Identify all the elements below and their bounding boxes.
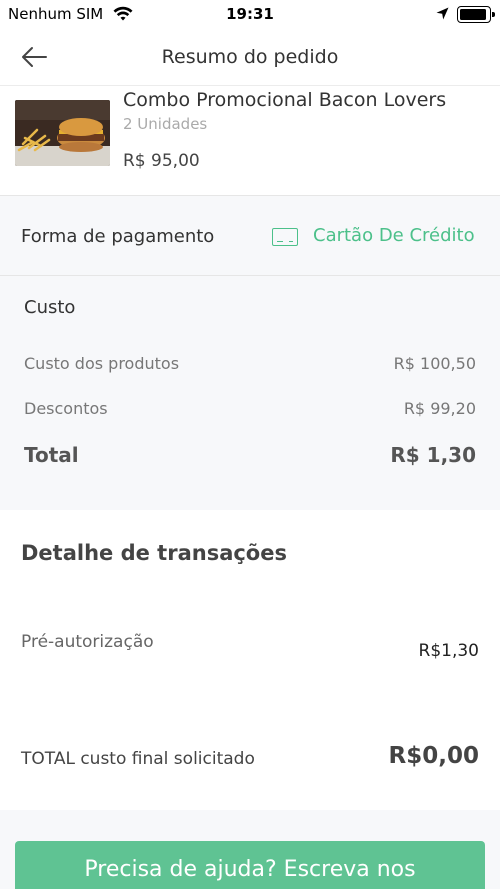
pre-authorization-value: R$1,30 [418,641,479,661]
payment-method[interactable]: Cartão De Crédito [313,225,475,246]
cost-title: Custo [24,297,76,318]
page-title: Resumo do pedido [161,46,339,68]
products-cost-value: R$ 100,50 [393,354,476,373]
product-image [15,100,110,166]
status-bar: Nenhum SIM 19:31 [0,0,500,30]
payment-row[interactable]: Forma de pagamento Cartão De Crédito [0,196,500,276]
total-label: Total [24,443,79,467]
help-button-label: Precisa de ajuda? Escreva nos [84,857,416,882]
product-price: R$ 95,00 [123,151,200,171]
transactions-title: Detalhe de transações [21,541,287,565]
clock: 19:31 [226,5,274,23]
final-cost-value: R$0,00 [388,743,479,769]
help-button[interactable]: Precisa de ajuda? Escreva nos [15,841,485,889]
product-item: Combo Promocional Bacon Lovers 2 Unidade… [0,86,500,196]
summary-section: Forma de pagamento Cartão De Crédito Cus… [0,196,500,510]
payment-label: Forma de pagamento [21,226,215,247]
nav-header: Resumo do pedido [0,30,500,86]
products-cost-label: Custo dos produtos [24,354,180,373]
credit-card-icon [272,228,298,246]
discounts-value: R$ 99,20 [403,399,476,418]
total-value: R$ 1,30 [390,443,476,467]
final-cost-label: TOTAL custo final solicitado [21,749,255,769]
discounts-label: Descontos [24,399,108,418]
battery-icon [457,6,495,23]
product-quantity: 2 Unidades [123,115,208,133]
location-arrow-icon [436,7,449,20]
pre-authorization-label: Pré-autorização [21,632,154,652]
product-name: Combo Promocional Bacon Lovers [123,89,447,111]
